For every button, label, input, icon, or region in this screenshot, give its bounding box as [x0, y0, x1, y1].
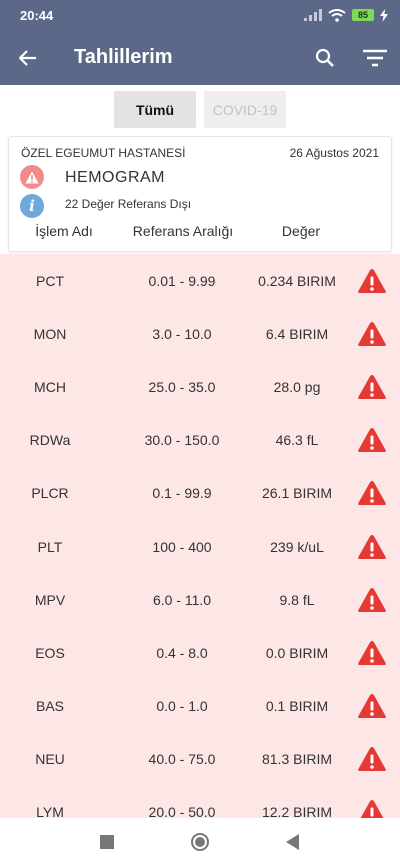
- warning-triangle-icon: [358, 321, 386, 346]
- warning-triangle-icon: [358, 587, 386, 612]
- result-row[interactable]: PLCR 0.1 - 99.9 26.1 BIRIM: [0, 467, 400, 520]
- status-time: 20:44: [20, 7, 54, 23]
- result-value: 28.0 pg: [273, 378, 321, 395]
- charging-icon: [380, 8, 388, 22]
- page-title: Tahlillerim: [74, 46, 173, 68]
- result-value: 12.2 BIRIM: [261, 804, 333, 818]
- battery-icon: 85: [352, 9, 374, 21]
- result-name: PCT: [36, 272, 64, 289]
- result-value: 6.4 BIRIM: [265, 325, 329, 342]
- result-value: 9.8 fL: [279, 591, 315, 608]
- result-row[interactable]: MPV 6.0 - 11.0 9.8 fL: [0, 573, 400, 626]
- header-value: Değer: [281, 223, 321, 239]
- warning-triangle-icon: [358, 694, 386, 719]
- recents-icon[interactable]: [100, 835, 114, 849]
- result-value: 81.3 BIRIM: [261, 751, 333, 768]
- result-range: 40.0 - 75.0: [148, 751, 216, 768]
- result-row[interactable]: LYM 20.0 - 50.0 12.2 BIRIM: [0, 786, 400, 818]
- result-name: NEU: [35, 751, 65, 768]
- result-value: 239 k/uL: [270, 538, 324, 555]
- results-list[interactable]: PCT 0.01 - 9.99 0.234 BIRIM MON 3.0 - 10.0 6.…: [0, 254, 400, 818]
- wifi-icon: [328, 8, 346, 22]
- result-range: 25.0 - 35.0: [148, 378, 216, 395]
- result-name: PLCR: [31, 485, 69, 502]
- signal-icon: [304, 9, 322, 21]
- warning-triangle-icon: [358, 534, 386, 559]
- filter-icon: [363, 49, 387, 66]
- filter-button[interactable]: [350, 30, 400, 85]
- result-name: BAS: [35, 698, 65, 715]
- result-range: 3.0 - 10.0: [152, 325, 212, 342]
- warning-triangle-icon: [360, 800, 384, 818]
- warning-triangle-icon: [358, 747, 386, 772]
- warning-icon: [20, 165, 44, 189]
- result-range: 30.0 - 150.0: [144, 432, 220, 449]
- result-row[interactable]: MON 3.0 - 10.0 6.4 BIRIM: [0, 307, 400, 360]
- result-range: 0.1 - 99.9: [152, 485, 212, 502]
- warning-triangle-icon: [358, 481, 386, 506]
- result-range: 0.4 - 8.0: [156, 644, 208, 661]
- status-bar: 20:44 85: [0, 0, 400, 30]
- info-icon: i: [20, 194, 44, 218]
- result-row[interactable]: BAS 0.0 - 1.0 0.1 BIRIM: [0, 680, 400, 733]
- result-row[interactable]: PLT 100 - 400 239 k/uL: [0, 520, 400, 573]
- result-range: 6.0 - 11.0: [152, 591, 212, 608]
- result-value: 0.0 BIRIM: [265, 644, 329, 661]
- search-icon: [315, 48, 334, 67]
- tab-all[interactable]: Tümü: [114, 91, 196, 128]
- result-row[interactable]: MCH 25.0 - 35.0 28.0 pg: [0, 360, 400, 413]
- result-value: 46.3 fL: [275, 432, 319, 449]
- test-name: HEMOGRAM: [65, 169, 165, 186]
- result-value: 0.1 BIRIM: [265, 698, 329, 715]
- result-name: RDWa: [29, 432, 71, 449]
- system-nav-bar: [0, 818, 400, 866]
- arrow-left-icon: [19, 49, 36, 66]
- result-name: PLT: [37, 538, 63, 555]
- result-range: 20.0 - 50.0: [148, 804, 216, 818]
- warning-triangle-icon: [358, 374, 386, 399]
- result-range: 0.0 - 1.0: [156, 698, 208, 715]
- warning-triangle-icon: [358, 640, 386, 665]
- result-name: MON: [33, 325, 67, 342]
- result-row[interactable]: NEU 40.0 - 75.0 81.3 BIRIM: [0, 733, 400, 786]
- search-button[interactable]: [300, 30, 350, 85]
- app-bar: Tahlillerim: [0, 30, 400, 85]
- result-row[interactable]: EOS 0.4 - 8.0 0.0 BIRIM: [0, 626, 400, 679]
- filter-tabs: Tümü COVID-19: [0, 91, 400, 128]
- back-button[interactable]: [0, 30, 56, 85]
- header-name: İşlem Adı: [35, 223, 93, 239]
- warning-triangle-icon: [358, 268, 386, 293]
- result-name: MCH: [34, 378, 66, 395]
- result-card[interactable]: ÖZEL EGEUMUT HASTANESİ 26 Ağustos 2021 H…: [8, 136, 392, 252]
- result-name: EOS: [35, 644, 65, 661]
- home-icon[interactable]: [190, 832, 210, 852]
- warning-triangle-icon: [358, 428, 386, 453]
- result-value: 26.1 BIRIM: [261, 485, 333, 502]
- result-value: 0.234 BIRIM: [258, 272, 336, 289]
- tab-covid[interactable]: COVID-19: [204, 91, 286, 128]
- result-row[interactable]: RDWa 30.0 - 150.0 46.3 fL: [0, 414, 400, 467]
- header-range: Referans Aralığı: [132, 223, 234, 239]
- result-row[interactable]: PCT 0.01 - 9.99 0.234 BIRIM: [0, 254, 400, 307]
- result-name: MPV: [34, 591, 66, 608]
- status-icons: 85: [304, 8, 388, 22]
- result-range: 0.01 - 9.99: [148, 272, 216, 289]
- hospital-name: ÖZEL EGEUMUT HASTANESİ: [21, 146, 186, 160]
- result-name: LYM: [36, 804, 64, 818]
- out-of-range-count: 22 Değer Referans Dışı: [65, 197, 192, 211]
- result-range: 100 - 400: [152, 538, 212, 555]
- result-date: 26 Ağustos 2021: [289, 146, 379, 160]
- back-nav-icon[interactable]: [286, 834, 300, 850]
